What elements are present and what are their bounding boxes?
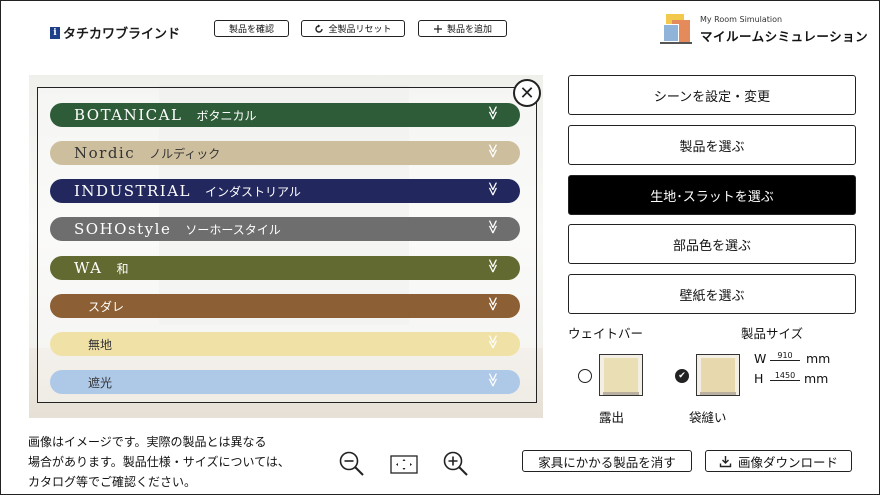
select-fabric-label: 生地･スラットを選ぶ: [650, 189, 774, 205]
tachikawa-logo[interactable]: i タチカワブラインド: [50, 23, 180, 42]
erase-furniture-products-label: 家具にかかる製品を消す: [538, 454, 676, 470]
category-name-jp: 無地: [88, 337, 113, 352]
confirm-product-label: 製品を確認: [228, 25, 274, 35]
chevron-down-icon[interactable]: ≫: [485, 144, 501, 159]
add-product-button[interactable]: 製品を追加: [418, 20, 507, 37]
weight-bar-exposed-radio[interactable]: [578, 369, 592, 383]
download-image-label: 画像ダウンロード: [737, 454, 838, 470]
chevron-down-icon[interactable]: ≫: [485, 220, 501, 235]
width-unit: mm: [806, 351, 831, 366]
category-name-jp: ソーホースタイル: [185, 222, 281, 237]
weight-bar-title: ウェイトバー: [568, 326, 644, 341]
select-part-color-button[interactable]: 部品色を選ぶ: [568, 224, 856, 264]
category-row[interactable]: INDUSTRIAL インダストリアル ≫: [50, 179, 520, 203]
room-preview[interactable]: BOTANICAL ボタニカル ≫ Nordic ノルディック ≫ INDUSTRIAL イン…: [29, 75, 543, 418]
width-label: W: [754, 351, 767, 366]
select-product-button[interactable]: 製品を選ぶ: [568, 125, 856, 165]
height-value[interactable]: 1450: [770, 371, 800, 381]
category-row[interactable]: Nordic ノルディック ≫: [50, 141, 520, 165]
select-fabric-button[interactable]: 生地･スラットを選ぶ: [568, 175, 856, 215]
chevron-down-icon[interactable]: ≫: [485, 373, 501, 388]
download-image-button[interactable]: 画像ダウンロード: [705, 450, 852, 472]
reset-all-label: 全製品リセット: [328, 25, 392, 35]
weight-bar-exposed-label: 露出: [599, 410, 625, 425]
zoom-in-icon[interactable]: [441, 449, 471, 479]
category-row[interactable]: 遮光 ≫: [50, 370, 520, 394]
category-name-jp: 和: [116, 261, 129, 276]
category-row[interactable]: WA 和 ≫: [50, 256, 520, 280]
disclaimer-text: 画像はイメージです。実際の製品とは異なる 場合があります。製品仕様・サイズについ…: [28, 432, 290, 492]
room-simulation-icon: [660, 14, 692, 44]
category-name-jp: スダレ: [88, 299, 125, 314]
fit-screen-icon[interactable]: [389, 449, 419, 479]
plus-icon: [433, 24, 442, 33]
category-name-en: SOHOstyle: [74, 220, 172, 238]
category-name-en: BOTANICAL: [74, 106, 183, 124]
select-product-label: 製品を選ぶ: [679, 139, 745, 155]
reset-all-button[interactable]: 全製品リセット: [301, 20, 405, 37]
category-row[interactable]: 無地 ≫: [50, 332, 520, 356]
weight-bar-sewn-swatch[interactable]: [696, 354, 740, 396]
category-name-jp: ボタニカル: [196, 108, 257, 123]
reset-icon: [315, 24, 324, 33]
category-name-jp: ノルディック: [149, 146, 221, 161]
category-row[interactable]: スダレ ≫: [50, 294, 520, 318]
download-icon: [719, 455, 732, 467]
height-unit: mm: [804, 371, 829, 386]
brand-title: マイルームシミュレーション: [700, 29, 869, 44]
category-row[interactable]: SOHOstyle ソーホースタイル ≫: [50, 217, 520, 241]
scene-settings-button[interactable]: シーンを設定・変更: [568, 75, 856, 115]
close-icon[interactable]: ✕: [513, 79, 541, 107]
weight-bar-sewn-radio[interactable]: ✔: [675, 369, 689, 383]
brand-subtitle: My Room Simulation: [700, 15, 783, 24]
disclaimer-line-2: 場合があります。製品仕様・サイズについては、: [28, 455, 290, 469]
category-name-en: Nordic: [74, 144, 136, 162]
disclaimer-line-1: 画像はイメージです。実際の製品とは異なる: [28, 435, 267, 449]
erase-furniture-products-button[interactable]: 家具にかかる製品を消す: [522, 450, 692, 472]
weight-bar-exposed-swatch[interactable]: [599, 354, 643, 396]
info-logo-icon: i: [50, 26, 60, 39]
add-product-label: 製品を追加: [446, 25, 492, 35]
category-name-en: WA: [74, 259, 103, 277]
select-part-color-label: 部品色を選ぶ: [672, 238, 751, 254]
brand-header: My Room Simulation マイルームシミュレーション: [660, 14, 868, 45]
height-label: H: [754, 371, 764, 386]
chevron-down-icon[interactable]: ≫: [485, 106, 501, 121]
category-name-jp: インダストリアル: [205, 184, 301, 199]
category-name-jp: 遮光: [88, 375, 113, 390]
category-row[interactable]: BOTANICAL ボタニカル ≫: [50, 103, 520, 127]
chevron-down-icon[interactable]: ≫: [485, 335, 501, 350]
width-value[interactable]: 910: [770, 351, 800, 361]
chevron-down-icon[interactable]: ≫: [485, 259, 501, 274]
category-name-en: INDUSTRIAL: [74, 182, 192, 200]
chevron-down-icon[interactable]: ≫: [485, 297, 501, 312]
weight-bar-sewn-label: 袋縫い: [689, 410, 727, 425]
chevron-down-icon[interactable]: ≫: [485, 182, 501, 197]
product-size-title: 製品サイズ: [741, 326, 804, 341]
confirm-product-button[interactable]: 製品を確認: [214, 20, 289, 37]
select-wallpaper-label: 壁紙を選ぶ: [679, 288, 745, 304]
logo-text: タチカワブラインド: [63, 27, 181, 42]
disclaimer-line-3: カタログ等でご確認ください。: [28, 475, 197, 489]
zoom-out-icon[interactable]: [337, 449, 367, 479]
scene-settings-label: シーンを設定・変更: [653, 89, 771, 105]
select-wallpaper-button[interactable]: 壁紙を選ぶ: [568, 274, 856, 314]
check-icon: ✔: [678, 371, 686, 381]
